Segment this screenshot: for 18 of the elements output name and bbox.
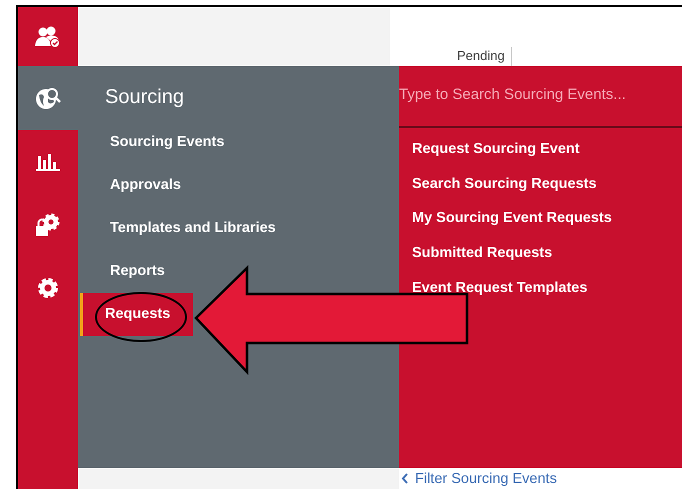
menu-item[interactable]: Approvals (80, 164, 399, 207)
people-icon (35, 26, 61, 48)
menu-item[interactable]: Templates and Libraries (80, 207, 399, 250)
settings-icon (36, 276, 60, 300)
submenu-item[interactable]: My Sourcing Event Requests (399, 201, 682, 236)
filter-link[interactable]: Filter Sourcing Events (399, 468, 557, 489)
globe-search-icon (35, 86, 61, 110)
menu-item[interactable]: Sourcing Events (80, 121, 399, 164)
menu-item[interactable]: Requests (80, 293, 193, 336)
submenu-item[interactable]: Request Sourcing Event (399, 132, 682, 167)
menu-item[interactable]: Reports (80, 250, 399, 293)
bar-chart-icon (36, 152, 60, 172)
submenu-item[interactable]: Event Request Templates (399, 270, 682, 306)
submenu-item[interactable]: Submitted Requests (399, 236, 682, 271)
gear-lock-icon (35, 212, 61, 238)
submenu-item[interactable]: Search Sourcing Requests (399, 166, 682, 202)
chevron-left-icon (401, 473, 409, 484)
menu-title: Sourcing (104, 85, 185, 110)
